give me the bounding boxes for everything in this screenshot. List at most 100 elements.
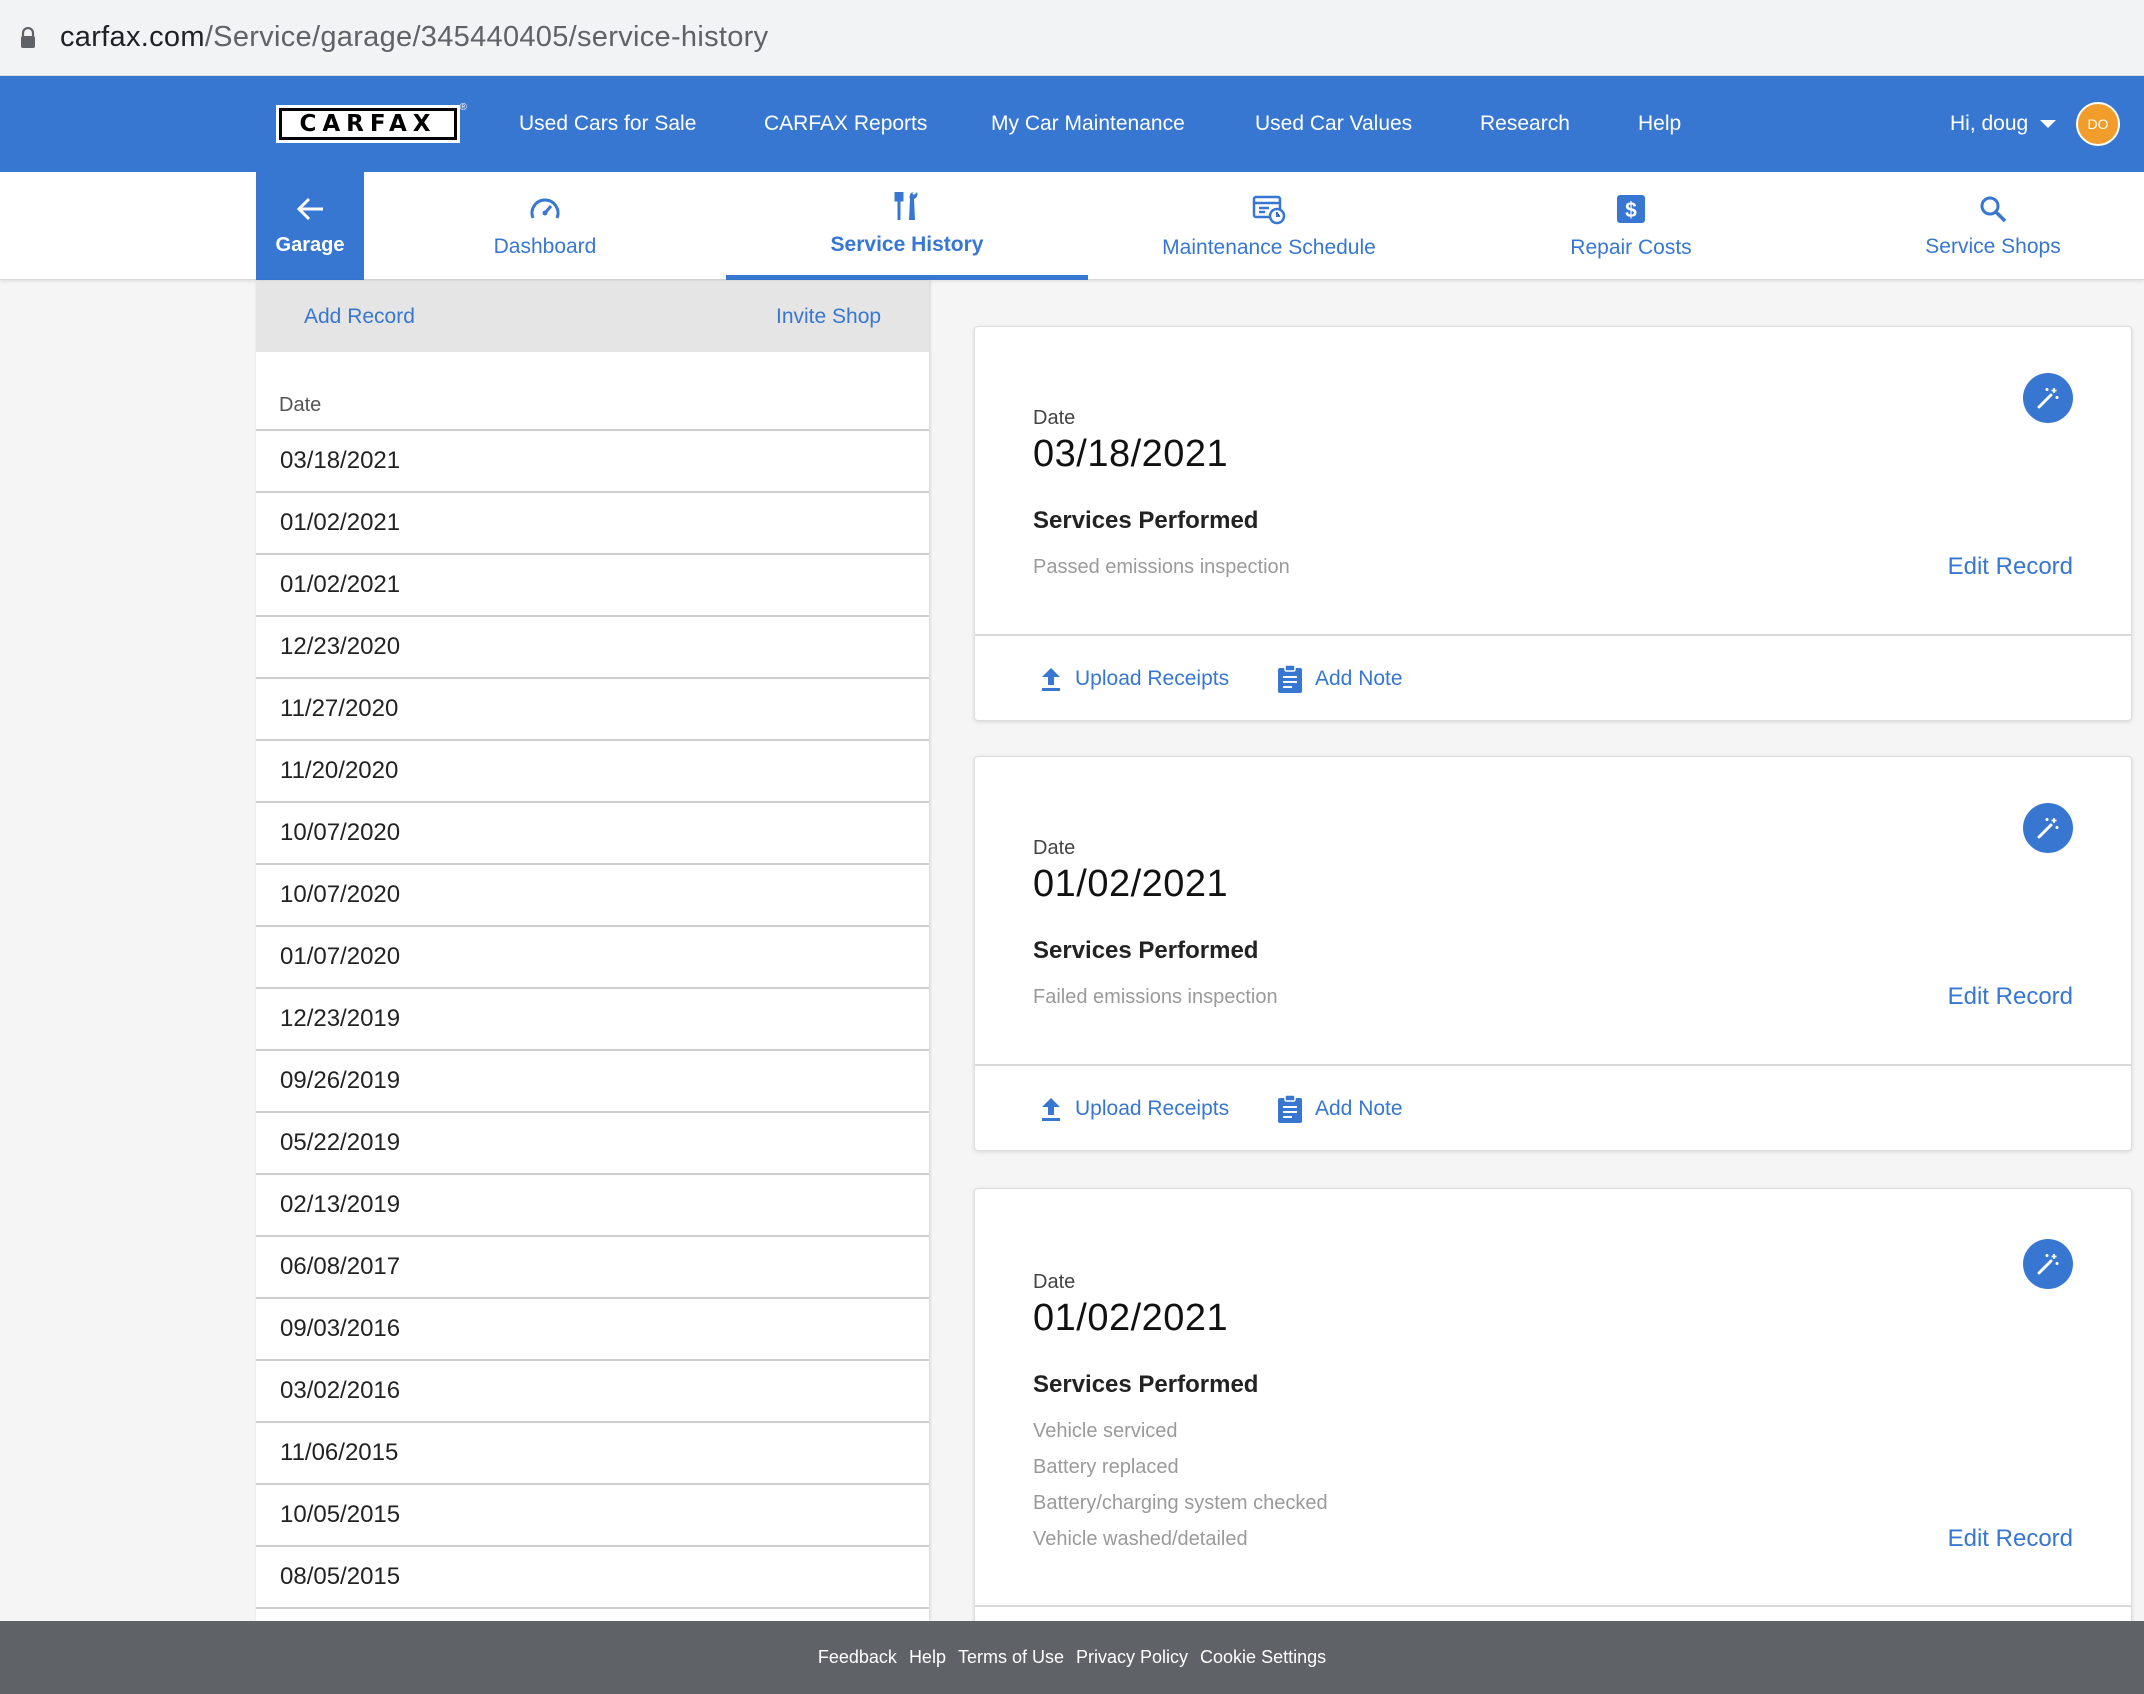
date-row[interactable]: 02/13/2019 [256, 1175, 929, 1237]
logo-text: CARFAX [279, 108, 457, 140]
edit-record-link[interactable]: Edit Record [1948, 983, 2073, 1011]
footer-link-feedback[interactable]: Feedback [818, 1647, 897, 1668]
date-row[interactable]: 01/02/2021 [256, 555, 929, 617]
tab-service-shops[interactable]: Service Shops [1812, 172, 2144, 280]
date-row[interactable]: 10/07/2020 [256, 865, 929, 927]
edit-record-link[interactable]: Edit Record [1948, 553, 2073, 581]
upload-icon [1042, 668, 1060, 691]
service-record-card: Date 03/18/2021 Services Performed Passe… [974, 326, 2132, 721]
dollar-icon: $ [1615, 193, 1647, 230]
tab-label: Maintenance Schedule [1162, 235, 1376, 259]
add-note-label: Add Note [1315, 1097, 1403, 1120]
magic-wand-button[interactable] [2023, 373, 2073, 423]
footer-link-help[interactable]: Help [909, 1647, 946, 1668]
services-performed-label: Services Performed [1033, 507, 1259, 534]
magic-wand-button[interactable] [2023, 1239, 2073, 1289]
nav-link-carfax-reports[interactable]: CARFAX Reports [764, 76, 927, 172]
clipboard-icon [1278, 1094, 1302, 1123]
service-record-card: Date 01/02/2021 Services Performed Vehic… [974, 1188, 2132, 1628]
services-performed-label: Services Performed [1033, 937, 1259, 964]
upload-receipts-button[interactable]: Upload Receipts [1039, 1066, 1229, 1152]
service-item: Vehicle washed/detailed [1033, 1528, 1248, 1550]
list-actions-bar: Add Record Invite Shop [256, 281, 929, 352]
add-record-link[interactable]: Add Record [304, 281, 415, 352]
garage-back-button[interactable]: Garage [256, 172, 364, 280]
tab-maintenance-schedule[interactable]: Maintenance Schedule [1088, 172, 1450, 280]
record-body: Date 03/18/2021 Services Performed Passe… [975, 327, 2131, 636]
caret-down-icon [2040, 120, 2057, 128]
lock-icon [18, 26, 38, 50]
browser-address-bar[interactable]: carfax.com/Service/garage/345440405/serv… [0, 0, 2144, 76]
upload-icon [1042, 1098, 1060, 1121]
tab-label: Service Shops [1925, 234, 2061, 258]
date-row[interactable]: 03/02/2016 [256, 1361, 929, 1423]
add-note-label: Add Note [1315, 667, 1403, 690]
date-row[interactable]: 01/07/2020 [256, 927, 929, 989]
date-row[interactable]: 12/23/2019 [256, 989, 929, 1051]
nav-link-help[interactable]: Help [1638, 76, 1681, 172]
footer-link-cookie-settings[interactable]: Cookie Settings [1200, 1647, 1326, 1668]
tab-repair-costs[interactable]: $ Repair Costs [1450, 172, 1812, 280]
garage-label: Garage [275, 234, 345, 256]
date-row[interactable]: 11/20/2020 [256, 741, 929, 803]
date-row[interactable]: 11/27/2020 [256, 679, 929, 741]
service-item: Battery/charging system checked [1033, 1492, 1328, 1514]
date-row[interactable]: 06/08/2017 [256, 1237, 929, 1299]
upload-receipts-button[interactable]: Upload Receipts [1039, 636, 1229, 722]
upload-receipts-label: Upload Receipts [1075, 667, 1230, 690]
date-row[interactable]: 11/06/2015 [256, 1423, 929, 1485]
nav-link-my-car-maintenance[interactable]: My Car Maintenance [991, 76, 1185, 172]
magic-wand-button[interactable] [2023, 803, 2073, 853]
footer-link-privacy[interactable]: Privacy Policy [1076, 1647, 1188, 1668]
date-row[interactable]: 12/23/2020 [256, 617, 929, 679]
tools-icon [892, 190, 922, 227]
date-row[interactable]: 10/07/2020 [256, 803, 929, 865]
magic-wand-icon [2037, 818, 2059, 839]
magic-wand-icon [2037, 1254, 2059, 1275]
page-footer: Feedback Help Terms of Use Privacy Polic… [0, 1621, 2144, 1694]
date-row[interactable]: 08/05/2015 [256, 1547, 929, 1609]
magic-wand-icon [2037, 388, 2059, 409]
date-row[interactable]: 03/18/2021 [256, 431, 929, 493]
date-row[interactable]: 05/22/2019 [256, 1113, 929, 1175]
tab-label: Service History [830, 233, 984, 256]
user-avatar[interactable]: DO [2076, 102, 2120, 146]
footer-link-terms[interactable]: Terms of Use [958, 1647, 1064, 1668]
arrow-left-icon [295, 195, 325, 228]
date-list: 03/18/2021 01/02/2021 01/02/2021 12/23/2… [256, 431, 929, 1609]
carfax-logo[interactable]: CARFAX ® [276, 102, 467, 143]
add-note-button[interactable]: Add Note [1277, 1066, 1403, 1152]
search-icon [1978, 194, 2008, 229]
nav-link-used-car-values[interactable]: Used Car Values [1255, 76, 1412, 172]
service-item: Failed emissions inspection [1033, 986, 1278, 1008]
calendar-clock-icon [1252, 193, 1286, 230]
record-footer: Upload Receipts Add Note [975, 636, 2131, 722]
url-host: carfax.com [60, 21, 205, 53]
tab-dashboard[interactable]: Dashboard [364, 172, 726, 280]
tab-service-history[interactable]: Service History [726, 172, 1088, 280]
url-text[interactable]: carfax.com/Service/garage/345440405/serv… [60, 21, 768, 54]
date-row[interactable]: 09/26/2019 [256, 1051, 929, 1113]
registered-mark: ® [459, 102, 467, 113]
url-path: /Service/garage/345440405/service-histor… [204, 21, 769, 53]
user-menu-toggle[interactable]: Hi, doug [1950, 76, 2057, 172]
date-row[interactable]: 09/03/2016 [256, 1299, 929, 1361]
record-body: Date 01/02/2021 Services Performed Faile… [975, 757, 2131, 1066]
edit-record-link[interactable]: Edit Record [1948, 1525, 2073, 1553]
date-row[interactable]: 01/02/2021 [256, 493, 929, 555]
service-item: Passed emissions inspection [1033, 556, 1290, 578]
invite-shop-link[interactable]: Invite Shop [776, 281, 881, 352]
record-footer: Upload Receipts Add Note [975, 1066, 2131, 1152]
date-row[interactable]: 10/05/2015 [256, 1485, 929, 1547]
nav-link-used-cars[interactable]: Used Cars for Sale [519, 76, 696, 172]
service-history-list-panel: Add Record Invite Shop Date 03/18/2021 0… [256, 281, 929, 1621]
record-body: Date 01/02/2021 Services Performed Vehic… [975, 1189, 2131, 1607]
add-note-button[interactable]: Add Note [1277, 636, 1403, 722]
top-navigation-bar: CARFAX ® Used Cars for Sale CARFAX Repor… [0, 76, 2144, 172]
record-date: 03/18/2021 [1033, 433, 1229, 475]
upload-receipts-label: Upload Receipts [1075, 1097, 1230, 1120]
service-record-card: Date 01/02/2021 Services Performed Faile… [974, 756, 2132, 1151]
nav-link-research[interactable]: Research [1480, 76, 1570, 172]
record-date: 01/02/2021 [1033, 863, 1229, 905]
services-performed-label: Services Performed [1033, 1371, 1259, 1398]
